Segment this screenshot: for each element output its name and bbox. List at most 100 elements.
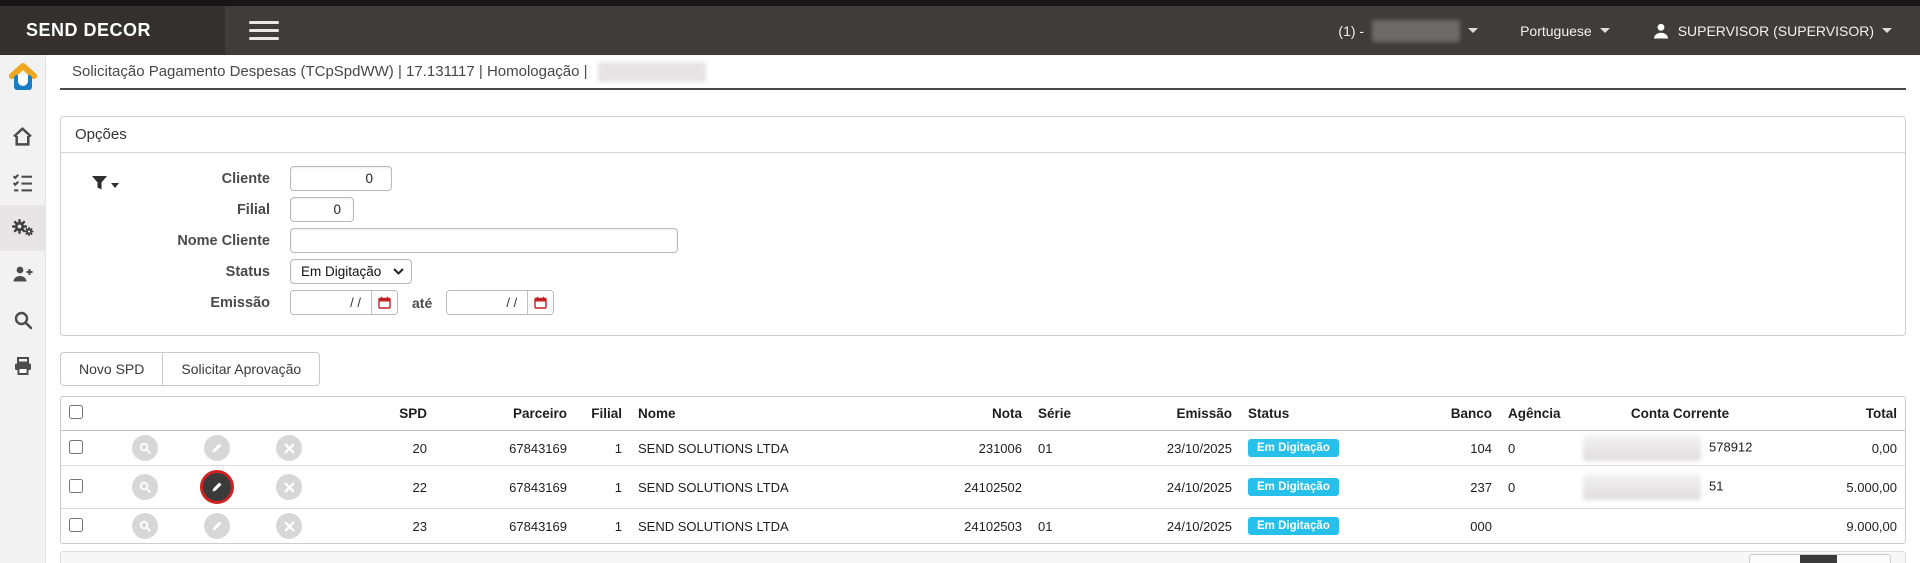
- cell-nota: 24102502: [900, 466, 1030, 509]
- col-serie: Série: [1030, 397, 1090, 431]
- add-user-icon: [12, 264, 34, 284]
- sidebar: [0, 55, 46, 563]
- view-row-button[interactable]: [132, 435, 158, 461]
- pencil-icon: [211, 481, 223, 493]
- cell-emissao: 24/10/2025: [1090, 509, 1240, 544]
- cell-nota: 24102503: [900, 509, 1030, 544]
- cell-filial: 1: [575, 466, 630, 509]
- view-row-button[interactable]: [132, 513, 158, 539]
- chevron-down-icon: [111, 183, 119, 188]
- redacted-breadcrumb-segment: [598, 62, 706, 82]
- nome-cliente-label: Nome Cliente: [75, 233, 290, 249]
- cancel-row-button[interactable]: [276, 435, 302, 461]
- cell-parceiro: 67843169: [435, 466, 575, 509]
- row-checkbox[interactable]: [69, 518, 83, 532]
- col-banco: Banco: [1355, 397, 1500, 431]
- edit-row-button-highlighted[interactable]: [200, 470, 234, 504]
- nome-cliente-input[interactable]: [290, 228, 678, 253]
- until-label: até: [412, 295, 432, 311]
- cell-banco: 104: [1355, 431, 1500, 466]
- calendar-icon[interactable]: [527, 291, 553, 314]
- filter-funnel-icon: [91, 175, 108, 191]
- cell-emissao: 23/10/2025: [1090, 431, 1240, 466]
- cell-agencia: [1500, 509, 1575, 544]
- x-icon: [284, 521, 295, 532]
- user-menu-dropdown[interactable]: SUPERVISOR (SUPERVISOR): [1652, 22, 1892, 40]
- edit-row-button[interactable]: [204, 435, 230, 461]
- status-select[interactable]: Em Digitação: [290, 259, 412, 284]
- edit-row-button[interactable]: [204, 513, 230, 539]
- table-header-row: SPD Parceiro Filial Nome Nota Série Emis…: [61, 397, 1905, 431]
- solicitar-aprovacao-button[interactable]: Solicitar Aprovação: [162, 352, 320, 386]
- language-dropdown[interactable]: Portuguese: [1520, 23, 1610, 39]
- filial-input[interactable]: [290, 197, 354, 222]
- view-row-button[interactable]: [132, 474, 158, 500]
- search-icon: [13, 310, 33, 330]
- col-total: Total: [1785, 397, 1905, 431]
- cancel-row-button[interactable]: [276, 474, 302, 500]
- environment-prefix: (1) -: [1338, 23, 1364, 39]
- cell-nome: SEND SOLUTIONS LTDA: [630, 431, 900, 466]
- cell-agencia: 0: [1500, 431, 1575, 466]
- col-status: Status: [1240, 397, 1355, 431]
- sidebar-item-add-user[interactable]: [0, 251, 46, 297]
- status-badge: Em Digitação: [1248, 478, 1339, 496]
- chevron-down-icon: [1468, 28, 1478, 33]
- environment-dropdown[interactable]: (1) -: [1338, 20, 1478, 42]
- chevron-down-icon: [1882, 28, 1892, 33]
- col-nome: Nome: [630, 397, 900, 431]
- cliente-input[interactable]: [290, 166, 392, 191]
- app-logo-icon[interactable]: [8, 62, 38, 99]
- x-icon: [284, 482, 295, 493]
- redacted-account: [1583, 435, 1701, 461]
- calendar-icon[interactable]: [371, 291, 397, 314]
- table-row: 23 67843169 1 SEND SOLUTIONS LTDA 241025…: [61, 509, 1905, 544]
- cell-total: 5.000,00: [1785, 466, 1905, 509]
- col-spd: SPD: [325, 397, 435, 431]
- cell-parceiro: 67843169: [435, 431, 575, 466]
- filial-label: Filial: [75, 202, 290, 218]
- top-bar: SEND DECOR (1) - Portuguese SUPERVISOR (…: [0, 0, 1920, 55]
- row-checkbox[interactable]: [69, 440, 83, 454]
- status-label: Status: [75, 264, 290, 280]
- brand-logo: SEND DECOR: [0, 6, 225, 55]
- row-checkbox[interactable]: [69, 479, 83, 493]
- table-row: 22 67843169 1 SEND SOLUTIONS LTDA 241025…: [61, 466, 1905, 509]
- x-icon: [284, 443, 295, 454]
- cell-filial: 1: [575, 431, 630, 466]
- emissao-to-input[interactable]: [447, 291, 527, 314]
- emissao-from-input[interactable]: [291, 291, 371, 314]
- novo-spd-button[interactable]: Novo SPD: [60, 352, 162, 386]
- redacted-account: [1583, 474, 1701, 500]
- prev-page-button[interactable]: Ant: [1750, 555, 1800, 563]
- gears-icon: [11, 217, 35, 239]
- sidebar-item-home[interactable]: [0, 113, 46, 159]
- hamburger-menu-icon[interactable]: [249, 16, 279, 45]
- col-agencia: Agência: [1500, 397, 1575, 431]
- sidebar-item-settings[interactable]: [0, 205, 46, 251]
- sidebar-item-tasks[interactable]: [0, 159, 46, 205]
- user-icon: [1652, 22, 1670, 40]
- cell-nota: 231006: [900, 431, 1030, 466]
- cell-spd: 20: [325, 431, 435, 466]
- next-page-button[interactable]: Seg: [1837, 555, 1890, 563]
- cancel-row-button[interactable]: [276, 513, 302, 539]
- sidebar-item-search[interactable]: [0, 297, 46, 343]
- sidebar-item-print[interactable]: [0, 343, 46, 389]
- cell-nome: SEND SOLUTIONS LTDA: [630, 466, 900, 509]
- cell-banco: 237: [1355, 466, 1500, 509]
- table-row: 20 67843169 1 SEND SOLUTIONS LTDA 231006…: [61, 431, 1905, 466]
- col-filial: Filial: [575, 397, 630, 431]
- cell-spd: 22: [325, 466, 435, 509]
- pencil-icon: [211, 442, 223, 454]
- filter-menu-button[interactable]: [91, 175, 119, 191]
- magnifier-icon: [139, 481, 151, 493]
- cell-emissao: 24/10/2025: [1090, 466, 1240, 509]
- cell-conta: [1575, 509, 1785, 544]
- status-badge: Em Digitação: [1248, 517, 1339, 535]
- current-page-button[interactable]: 1: [1800, 555, 1837, 563]
- cell-total: 0,00: [1785, 431, 1905, 466]
- chevron-down-icon: [1600, 28, 1610, 33]
- cell-conta: 578912: [1709, 439, 1752, 454]
- select-all-checkbox[interactable]: [69, 405, 83, 419]
